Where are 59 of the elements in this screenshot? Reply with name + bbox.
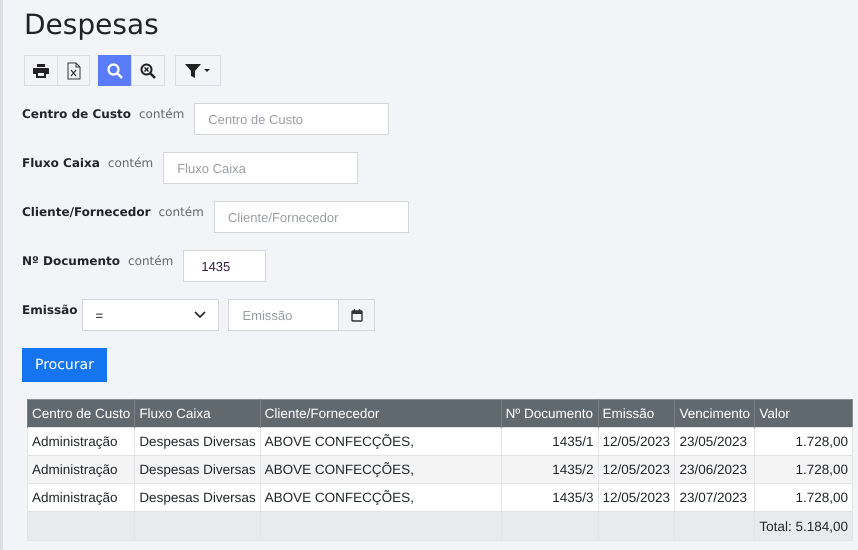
table-cell: Despesas Diversas [134,428,260,456]
table-cell: ABOVE CONFECÇÕES, [260,428,502,456]
field-label: Centro de Custo [22,107,131,121]
date-field[interactable]: Emissão [228,299,340,331]
table-cell: 1435/1 [501,428,598,456]
print-icon [33,64,49,78]
excel-button[interactable] [57,55,90,86]
table-cell: 23/06/2023 [674,456,755,484]
search-button[interactable] [98,55,132,86]
search-button[interactable]: Procurar [22,348,107,382]
search-icon [107,62,123,78]
clear-search-button[interactable] [131,55,165,86]
table-cell: ABOVE CONFECÇÕES, [260,484,502,512]
table-cell: Administração [28,484,135,512]
chevron-icon [194,311,206,319]
field-label: Fluxo Caixa [22,156,100,170]
column-header[interactable]: Vencimento [674,400,755,428]
column-header[interactable]: Emissão [598,400,675,428]
operator-label: contém [138,107,184,121]
operator-label: contém [158,205,204,219]
table-cell: 1.728,00 [754,428,852,456]
filter-button[interactable] [175,55,221,86]
operator-dropdown[interactable]: = [82,299,220,331]
input-field[interactable]: 1435 [183,250,266,282]
field-label: Cliente/Fornecedor [22,205,151,219]
input-field[interactable]: Cliente/Fornecedor [214,201,409,233]
filter-icon [185,64,211,78]
column-header[interactable]: Cliente/Fornecedor [260,400,502,428]
field-label: Nº Documento [22,254,120,268]
column-header[interactable]: Valor [754,400,852,428]
print-button[interactable] [24,55,58,86]
table-cell: 1435/2 [501,456,598,484]
table-cell: 1.728,00 [754,484,852,512]
total-cell: Total: 5.184,00 [754,512,852,540]
table-cell: 1.728,00 [754,456,852,484]
clear-search-icon [140,62,156,78]
table-cell: Administração [28,456,135,484]
table-cell: Despesas Diversas [134,456,260,484]
table-cell: Despesas Diversas [134,484,260,512]
calendar-icon [350,308,363,322]
table-cell: 12/05/2023 [598,456,675,484]
column-header[interactable]: Centro de Custo [28,400,135,428]
column-header[interactable]: Nº Documento [501,400,598,428]
table-cell: 23/05/2023 [674,428,755,456]
spreadsheet-file-icon [66,62,80,80]
table-cell: 23/07/2023 [674,484,755,512]
input-field[interactable]: Fluxo Caixa [163,152,358,184]
column-header[interactable]: Fluxo Caixa [134,400,260,428]
field-label: Emissão [22,303,78,317]
table-cell: 1435/3 [501,484,598,512]
operator-label: contém [108,156,154,170]
calendar-button[interactable] [339,299,376,331]
page-title: Despesas [24,7,160,43]
table-cell: ABOVE CONFECÇÕES, [260,456,502,484]
table-cell: 12/05/2023 [598,428,675,456]
table-cell: 12/05/2023 [598,484,675,512]
table-cell: Administração [28,428,135,456]
input-field[interactable]: Centro de Custo [194,103,390,135]
operator-label: contém [128,254,174,268]
